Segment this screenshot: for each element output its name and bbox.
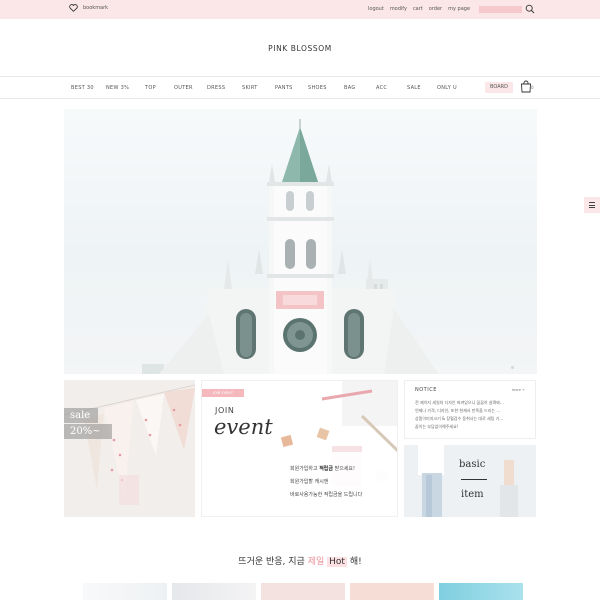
nav-item-top[interactable]: TOP [145, 85, 156, 91]
product-thumbnail[interactable] [172, 583, 256, 600]
search-icon[interactable] [525, 4, 535, 14]
basic-item-banner[interactable]: basic item [404, 445, 536, 517]
section-headline: 뜨거운 반응, 지금 제일 Hot 해! [238, 557, 362, 567]
notice-item[interactable]: 꿈이는 부담없이해주세요! [415, 424, 458, 430]
slider-dot[interactable] [511, 366, 514, 369]
bookmark-label: bookmark [83, 5, 109, 11]
board-button[interactable]: BOARD [485, 82, 513, 93]
nav-item-sale[interactable]: SALE [407, 85, 421, 91]
basic-label: basic [459, 459, 486, 470]
sale-label: sale [64, 408, 98, 423]
hero-banner[interactable] [64, 109, 537, 374]
product-thumbnail[interactable] [439, 583, 523, 600]
bunting-image [64, 380, 195, 517]
top-bar: bookmark logout modify cart order my pag… [0, 0, 600, 19]
event-text-box: 회원가입하고 적립금 받으세요! 회원가입할 캐시앤 바로사용가능한 적립금을 … [268, 452, 396, 514]
nav-item-outer[interactable]: OUTER [174, 85, 193, 91]
event-line-2: 회원가입할 캐시앤 [290, 479, 329, 485]
my-page-link[interactable]: my page [448, 6, 470, 12]
notice-more-link[interactable]: more + [512, 388, 525, 392]
cart-count: 0 [531, 85, 534, 90]
sale-banner[interactable]: sale 20%~ [64, 380, 195, 517]
nav-item-skirt[interactable]: SKIRT [242, 85, 258, 91]
nav-item-pants[interactable]: PANTS [275, 85, 293, 91]
site-logo[interactable]: PINK BLOSSOM [0, 44, 600, 53]
nav-item-best30[interactable]: BEST 30 [71, 85, 94, 91]
notice-item[interactable]: 언제나 가격, 디자인, 또한 현재서 만족을 드리는 ... [415, 408, 500, 414]
divider [461, 479, 487, 480]
event-line-1: 회원가입하고 적립금 받으세요! [290, 466, 356, 472]
notice-item[interactable]: 전 제이지 세일처 디자인 퍼켜있으니 꿈꿈히 살펴봐... [415, 400, 504, 406]
bookmark-link[interactable]: bookmark [69, 4, 108, 12]
nav-item-acc[interactable]: ACC [376, 85, 387, 91]
event-title: event [214, 415, 273, 439]
church-image [142, 119, 439, 374]
nav-item-bag[interactable]: BAG [344, 85, 356, 91]
notice-item[interactable]: 상품이미지크기 & 장혈검수 동취사는 대로 세팅 기... [415, 416, 503, 422]
sale-percent: 20%~ [64, 424, 112, 439]
order-link[interactable]: order [429, 6, 442, 12]
event-tag: JOIN EVENT [202, 389, 244, 397]
product-thumbnail[interactable] [261, 583, 345, 600]
cart-link[interactable]: cart [413, 6, 423, 12]
nav-item-only-u[interactable]: ONLY U [437, 85, 457, 91]
nav-item-dress[interactable]: DRESS [207, 85, 225, 91]
join-event-banner[interactable]: JOIN EVENT JOIN event 회원가입하고 적립금 받으세요! 회… [201, 380, 398, 517]
nav-item-shoes[interactable]: SHOES [308, 85, 327, 91]
model-image [404, 445, 536, 517]
product-thumbnail[interactable] [83, 583, 167, 600]
product-thumbnail[interactable] [350, 583, 434, 600]
notice-title: NOTICE [415, 387, 437, 393]
logout-link[interactable]: logout [368, 6, 384, 12]
side-menu-button[interactable] [584, 197, 600, 213]
main-nav: BEST 30 NEW 3% TOP OUTER DRESS SKIRT PAN… [0, 76, 600, 99]
item-label: item [461, 489, 484, 500]
modify-link[interactable]: modify [390, 6, 407, 12]
menu-icon [589, 202, 595, 203]
search-input[interactable] [479, 6, 522, 13]
heart-icon [69, 4, 78, 12]
top-nav: logout modify cart order my page [368, 6, 470, 12]
event-line-3: 바로사용가능한 적립금을 드립니다 [290, 492, 363, 498]
join-title: JOIN [215, 406, 235, 415]
notice-box: NOTICE more + 전 제이지 세일처 디자인 퍼켜있으니 꿈꿈히 살펴… [404, 380, 536, 439]
nav-item-new[interactable]: NEW 3% [106, 85, 129, 91]
